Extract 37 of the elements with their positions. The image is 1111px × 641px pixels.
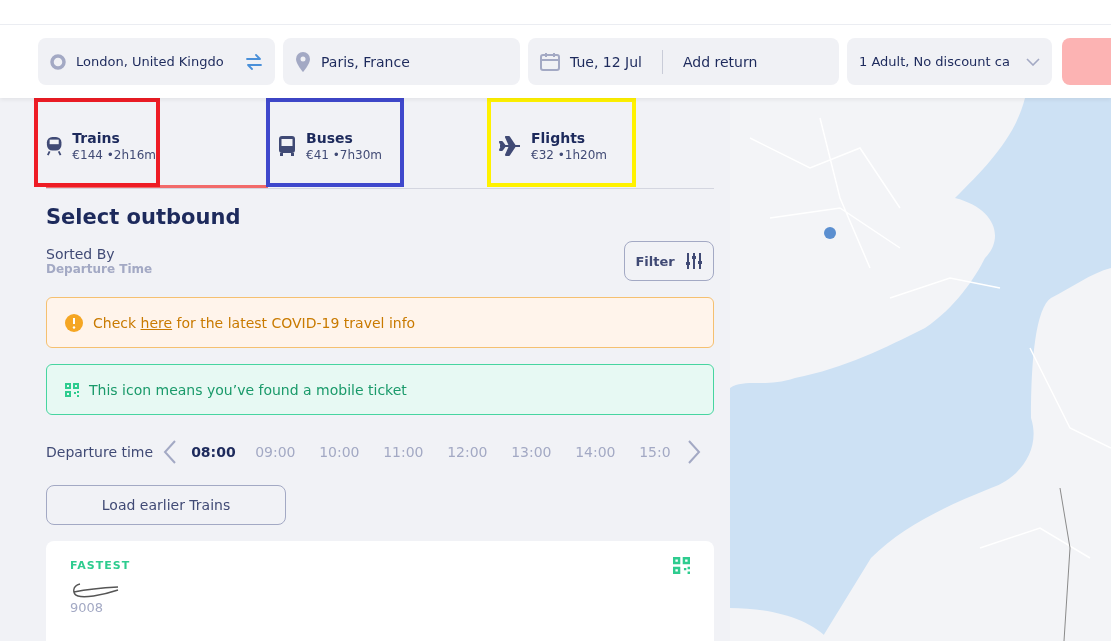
origin-field[interactable]: London, United Kingdo: [38, 38, 275, 85]
sort-value: Departure Time: [46, 262, 153, 276]
destination-field[interactable]: Paris, France: [283, 38, 520, 85]
tab-label: Buses: [306, 130, 354, 146]
fastest-label: FASTEST: [70, 559, 131, 572]
train-icon: [46, 135, 63, 157]
load-earlier-button[interactable]: Load earlier Trains: [46, 485, 286, 525]
swap-icon[interactable]: [245, 53, 263, 70]
mode-tab[interactable]: Flights €32 •1h20m: [499, 116, 632, 176]
bus-icon: [278, 135, 296, 157]
train-number: 9008: [70, 600, 104, 615]
circle-icon: [50, 53, 66, 70]
passengers-dropdown[interactable]: 1 Adult, No discount ca: [847, 38, 1052, 85]
departure-label: Departure time: [46, 444, 154, 460]
mode-tab[interactable]: Trains €144 •2h16m: [46, 116, 156, 176]
tab-label: Flights: [531, 130, 587, 146]
time-option[interactable]: 08:00: [191, 444, 242, 460]
section-heading: Select outbound: [46, 205, 242, 229]
sort-label: Sorted By: [46, 246, 116, 262]
sliders-icon: [684, 252, 703, 270]
mode-tab[interactable]: Buses €41 •7h30m: [278, 116, 400, 176]
mobile-ticket-text: This icon means you’ve found a mobile ticket: [89, 381, 407, 398]
chevron-down-icon: [1026, 57, 1040, 66]
covid-text: Check here for the latest COVID-19 travel info: [93, 314, 416, 331]
airplane-icon: [499, 136, 521, 156]
tab-summary: €144 •2h16m: [72, 148, 156, 162]
tab-summary: €32 •1h20m: [531, 148, 607, 162]
calendar-icon: [540, 52, 560, 71]
filter-button[interactable]: Filter: [624, 241, 714, 281]
date-field[interactable]: Tue, 12 Jul Add return: [528, 38, 839, 85]
chevron-left-icon[interactable]: [163, 440, 178, 464]
location-pin-icon: [295, 51, 311, 72]
tab-label: Trains: [72, 130, 121, 146]
warning-icon: [65, 313, 83, 332]
qr-code-icon: [65, 382, 79, 397]
tab-summary: €41 •7h30m: [306, 148, 382, 162]
chevron-right-icon[interactable]: [687, 440, 702, 464]
